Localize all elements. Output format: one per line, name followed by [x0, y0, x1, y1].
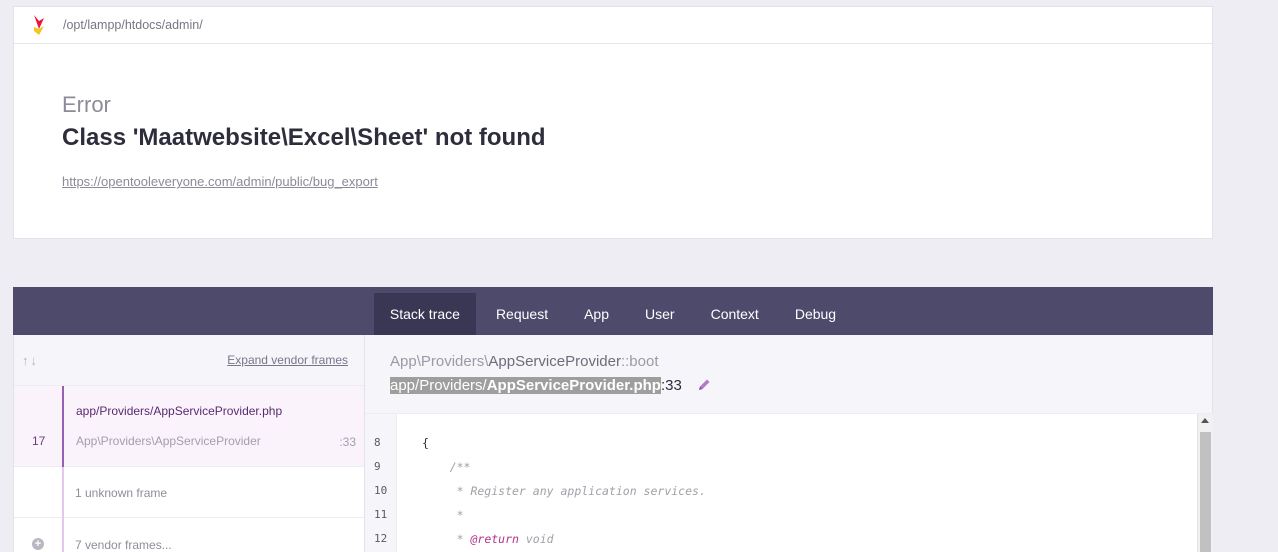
error-label: Error — [62, 92, 111, 117]
detail-method: ::boot — [620, 353, 659, 370]
line-number: 12 — [374, 532, 388, 545]
app-path: /opt/lampp/htdocs/admin/ — [63, 18, 203, 32]
error-card: /opt/lampp/htdocs/admin/ Error Class 'Ma… — [13, 6, 1213, 239]
frame-accent-bar — [62, 467, 64, 518]
error-url-link[interactable]: https://opentooleveryone.com/admin/publi… — [62, 174, 378, 189]
tab-app[interactable]: App — [568, 293, 625, 335]
pencil-edit-icon[interactable] — [696, 377, 712, 393]
code-scrollbar[interactable] — [1197, 414, 1213, 552]
line-number: 8 — [374, 436, 381, 449]
error-block: Error Class 'Maatwebsite\Excel\Sheet' no… — [14, 44, 1212, 191]
tab-context[interactable]: Context — [695, 293, 775, 335]
detail-file-dir: app/Providers/ — [390, 377, 487, 394]
code-line: * Register any application services. — [422, 484, 706, 498]
code-line: /** — [422, 460, 471, 474]
frame-detail-file: app/Providers/AppServiceProvider.php:33 — [390, 377, 682, 394]
frame-accent-bar — [62, 386, 64, 467]
detail-class: AppServiceProvider — [488, 353, 621, 370]
code-line: * — [422, 508, 464, 522]
unknown-frame-label: 1 unknown frame — [75, 486, 168, 500]
stack-frame-selected[interactable]: 17 app/Providers/AppServiceProvider.php … — [14, 386, 364, 467]
frame-nav-arrows-icon[interactable]: ↑↓ — [22, 353, 39, 368]
stack-frames-header: ↑↓ Expand vendor frames — [14, 335, 364, 386]
ignition-logo-icon — [34, 15, 44, 35]
detail-namespace: App\Providers\ — [390, 353, 489, 370]
detail-file-line: :33 — [660, 377, 682, 394]
code-line: { — [422, 436, 429, 450]
top-bar: /opt/lampp/htdocs/admin/ — [14, 7, 1212, 44]
scroll-up-arrow-icon[interactable] — [1201, 418, 1209, 423]
vendor-frames-label: 7 vendor frames... — [75, 538, 172, 552]
frame-file: app/Providers/AppServiceProvider.php — [76, 404, 283, 418]
frame-line: :33 — [339, 435, 356, 449]
line-number: 11 — [374, 508, 388, 521]
tab-request[interactable]: Request — [480, 293, 564, 335]
frame-detail-class: App\Providers\AppServiceProvider::boot — [390, 353, 658, 370]
detail-file-name: AppServiceProvider.php — [486, 377, 661, 394]
file-path-highlight[interactable]: app/Providers/AppServiceProvider.php — [390, 377, 661, 394]
tab-stack-trace[interactable]: Stack trace — [373, 293, 476, 335]
line-number: 9 — [374, 460, 381, 473]
stack-frames-panel: ↑↓ Expand vendor frames 17 app/Providers… — [13, 335, 365, 552]
line-number: 10 — [374, 484, 388, 497]
tab-debug[interactable]: Debug — [779, 293, 852, 335]
frame-detail-panel: App\Providers\AppServiceProvider::boot a… — [365, 335, 1213, 552]
error-message: Class 'Maatwebsite\Excel\Sheet' not foun… — [62, 124, 546, 151]
code-keyword: @return — [470, 532, 519, 546]
expand-plus-icon[interactable]: + — [32, 538, 44, 550]
expand-vendor-frames-link[interactable]: Expand vendor frames — [227, 353, 348, 367]
tabs-bar: Stack trace Request App User Context Deb… — [13, 287, 1213, 335]
code-line: * @return void — [422, 532, 554, 546]
frame-number: 17 — [32, 434, 46, 448]
scrollbar-thumb[interactable] — [1200, 432, 1211, 552]
vendor-frames-row[interactable]: + 7 vendor frames... — [14, 518, 364, 552]
frame-accent-bar — [62, 518, 64, 552]
tab-user[interactable]: User — [629, 293, 691, 335]
frame-class: App\Providers\AppServiceProvider — [76, 434, 261, 448]
code-viewer: 8 9 10 11 12 { /** * Register any applic… — [365, 413, 1213, 552]
unknown-frame-row[interactable]: 1 unknown frame — [14, 467, 364, 518]
